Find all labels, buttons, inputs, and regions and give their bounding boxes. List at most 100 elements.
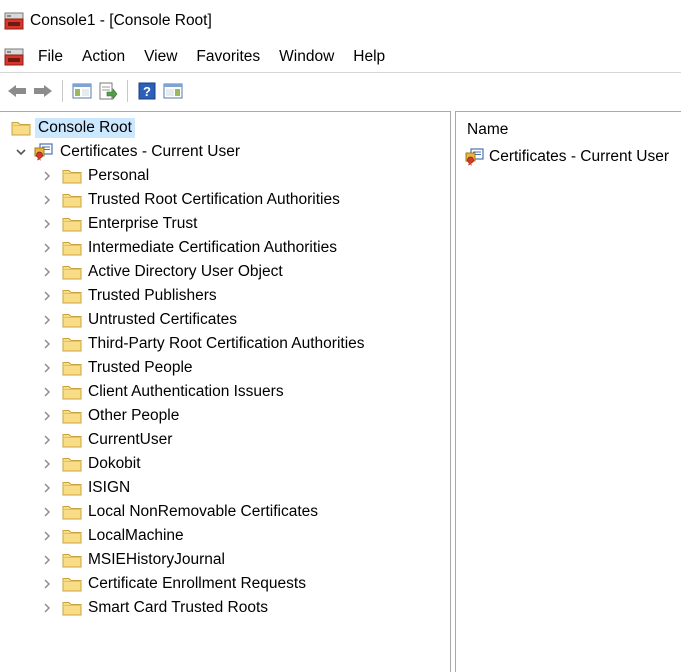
- tree-node-label: Certificate Enrollment Requests: [88, 575, 306, 592]
- tree-node-certificate-enrollment-requests[interactable]: Certificate Enrollment Requests: [40, 572, 306, 596]
- tree-node-label: Active Directory User Object: [88, 263, 283, 280]
- folder-icon: [62, 168, 82, 184]
- folder-icon: [62, 432, 82, 448]
- chevron-right-icon[interactable]: [40, 217, 54, 231]
- tree-node-label: Third-Party Root Certification Authoriti…: [88, 335, 365, 352]
- title-bar: Console1 - [Console Root]: [0, 0, 681, 42]
- tree-node-label: Smart Card Trusted Roots: [88, 599, 269, 616]
- action-pane-icon: [163, 83, 183, 99]
- folder-icon: [62, 480, 82, 496]
- list-item-label: Certificates - Current User: [489, 148, 670, 165]
- folder-icon: [62, 312, 82, 328]
- tree-node-label: Other People: [88, 407, 180, 424]
- export-list-button[interactable]: [97, 80, 119, 102]
- mmc-app-icon: [4, 12, 24, 30]
- chevron-right-icon[interactable]: [40, 193, 54, 207]
- tree-node-trusted-publishers[interactable]: Trusted Publishers: [40, 284, 217, 308]
- help-icon: ?: [138, 82, 156, 100]
- tree-node-enterprise-trust[interactable]: Enterprise Trust: [40, 212, 197, 236]
- tree-node-label: Trusted People: [88, 359, 193, 376]
- chevron-right-icon[interactable]: [40, 241, 54, 255]
- tree-node-label: Intermediate Certification Authorities: [88, 239, 337, 256]
- tree-node-personal[interactable]: Personal: [40, 164, 149, 188]
- tree-node-smart-card-trusted-roots[interactable]: Smart Card Trusted Roots: [40, 596, 268, 620]
- folder-icon: [62, 216, 82, 232]
- certificate-icon: [34, 143, 54, 161]
- forward-button[interactable]: [32, 80, 54, 102]
- tree-node-trusted-people[interactable]: Trusted People: [40, 356, 193, 380]
- menu-view[interactable]: View: [144, 46, 177, 68]
- tree-node-label: CurrentUser: [88, 431, 173, 448]
- tree-node-msiehistoryjournal[interactable]: MSIEHistoryJournal: [40, 548, 225, 572]
- mmc-menu-icon[interactable]: [4, 48, 24, 66]
- tree-node-third-party-root-certification-authorities[interactable]: Third-Party Root Certification Authoriti…: [40, 332, 365, 356]
- column-header-name[interactable]: Name: [467, 121, 508, 139]
- svg-text:?: ?: [143, 84, 151, 99]
- chevron-right-icon[interactable]: [40, 553, 54, 567]
- menu-help[interactable]: Help: [353, 46, 385, 68]
- tree-node-active-directory-user-object[interactable]: Active Directory User Object: [40, 260, 283, 284]
- chevron-right-icon[interactable]: [40, 529, 54, 543]
- chevron-right-icon[interactable]: [40, 313, 54, 327]
- folder-icon: [62, 552, 82, 568]
- console-tree-pane[interactable]: Console Root Certificates - Current User…: [0, 111, 451, 672]
- chevron-right-icon[interactable]: [40, 433, 54, 447]
- menu-action[interactable]: Action: [82, 46, 125, 68]
- chevron-right-icon[interactable]: [40, 505, 54, 519]
- show-hide-action-pane-button[interactable]: [162, 80, 184, 102]
- toolbar-separator: [62, 80, 63, 102]
- console-tree-icon: [72, 83, 92, 99]
- export-list-icon: [99, 82, 118, 100]
- folder-icon: [62, 576, 82, 592]
- tree-node-label: ISIGN: [88, 479, 131, 496]
- tree-node-localmachine[interactable]: LocalMachine: [40, 524, 184, 548]
- tree-node-currentuser[interactable]: CurrentUser: [40, 428, 172, 452]
- tree-node-other-people[interactable]: Other People: [40, 404, 179, 428]
- tree-node-dokobit[interactable]: Dokobit: [40, 452, 141, 476]
- chevron-right-icon[interactable]: [40, 409, 54, 423]
- chevron-right-icon[interactable]: [40, 265, 54, 279]
- tree-node-certificates-current-user[interactable]: Certificates - Current User: [14, 140, 240, 164]
- menu-favorites[interactable]: Favorites: [196, 46, 260, 68]
- chevron-right-icon[interactable]: [40, 577, 54, 591]
- tree-node-untrusted-certificates[interactable]: Untrusted Certificates: [40, 308, 237, 332]
- tree-node-label: Trusted Publishers: [88, 287, 217, 304]
- folder-icon: [62, 504, 82, 520]
- folder-icon: [62, 456, 82, 472]
- chevron-right-icon[interactable]: [40, 289, 54, 303]
- folder-icon: [62, 240, 82, 256]
- toolbar-separator: [127, 80, 128, 102]
- chevron-right-icon[interactable]: [40, 481, 54, 495]
- chevron-right-icon[interactable]: [40, 337, 54, 351]
- window-title: Console1 - [Console Root]: [30, 12, 212, 29]
- folder-icon: [11, 120, 31, 136]
- back-button[interactable]: [6, 80, 28, 102]
- tree-node-isign[interactable]: ISIGN: [40, 476, 130, 500]
- help-button[interactable]: ?: [136, 80, 158, 102]
- tree-node-label: Dokobit: [88, 455, 141, 472]
- chevron-right-icon[interactable]: [40, 601, 54, 615]
- chevron-right-icon[interactable]: [40, 385, 54, 399]
- tree-node-trusted-root-certification-authorities[interactable]: Trusted Root Certification Authorities: [40, 188, 340, 212]
- menu-window[interactable]: Window: [279, 46, 334, 68]
- chevron-right-icon[interactable]: [40, 361, 54, 375]
- back-arrow-icon: [8, 85, 26, 97]
- tree-node-console-root[interactable]: Console Root: [11, 116, 135, 140]
- tree-node-label: Untrusted Certificates: [88, 311, 238, 328]
- folder-icon: [62, 336, 82, 352]
- folder-icon: [62, 384, 82, 400]
- forward-arrow-icon: [34, 85, 52, 97]
- chevron-right-icon[interactable]: [40, 457, 54, 471]
- tree-node-intermediate-certification-authorities[interactable]: Intermediate Certification Authorities: [40, 236, 337, 260]
- folder-icon: [62, 264, 82, 280]
- tree-node-label: LocalMachine: [88, 527, 184, 544]
- details-pane[interactable]: Name Certificates - Current User: [455, 111, 681, 672]
- chevron-down-icon[interactable]: [14, 145, 28, 159]
- menu-file[interactable]: File: [38, 46, 63, 68]
- list-item[interactable]: Certificates - Current User: [465, 148, 669, 166]
- chevron-right-icon[interactable]: [40, 169, 54, 183]
- tree-node-client-authentication-issuers[interactable]: Client Authentication Issuers: [40, 380, 284, 404]
- show-hide-console-tree-button[interactable]: [71, 80, 93, 102]
- tree-node-label: Client Authentication Issuers: [88, 383, 284, 400]
- tree-node-local-nonremovable-certificates[interactable]: Local NonRemovable Certificates: [40, 500, 318, 524]
